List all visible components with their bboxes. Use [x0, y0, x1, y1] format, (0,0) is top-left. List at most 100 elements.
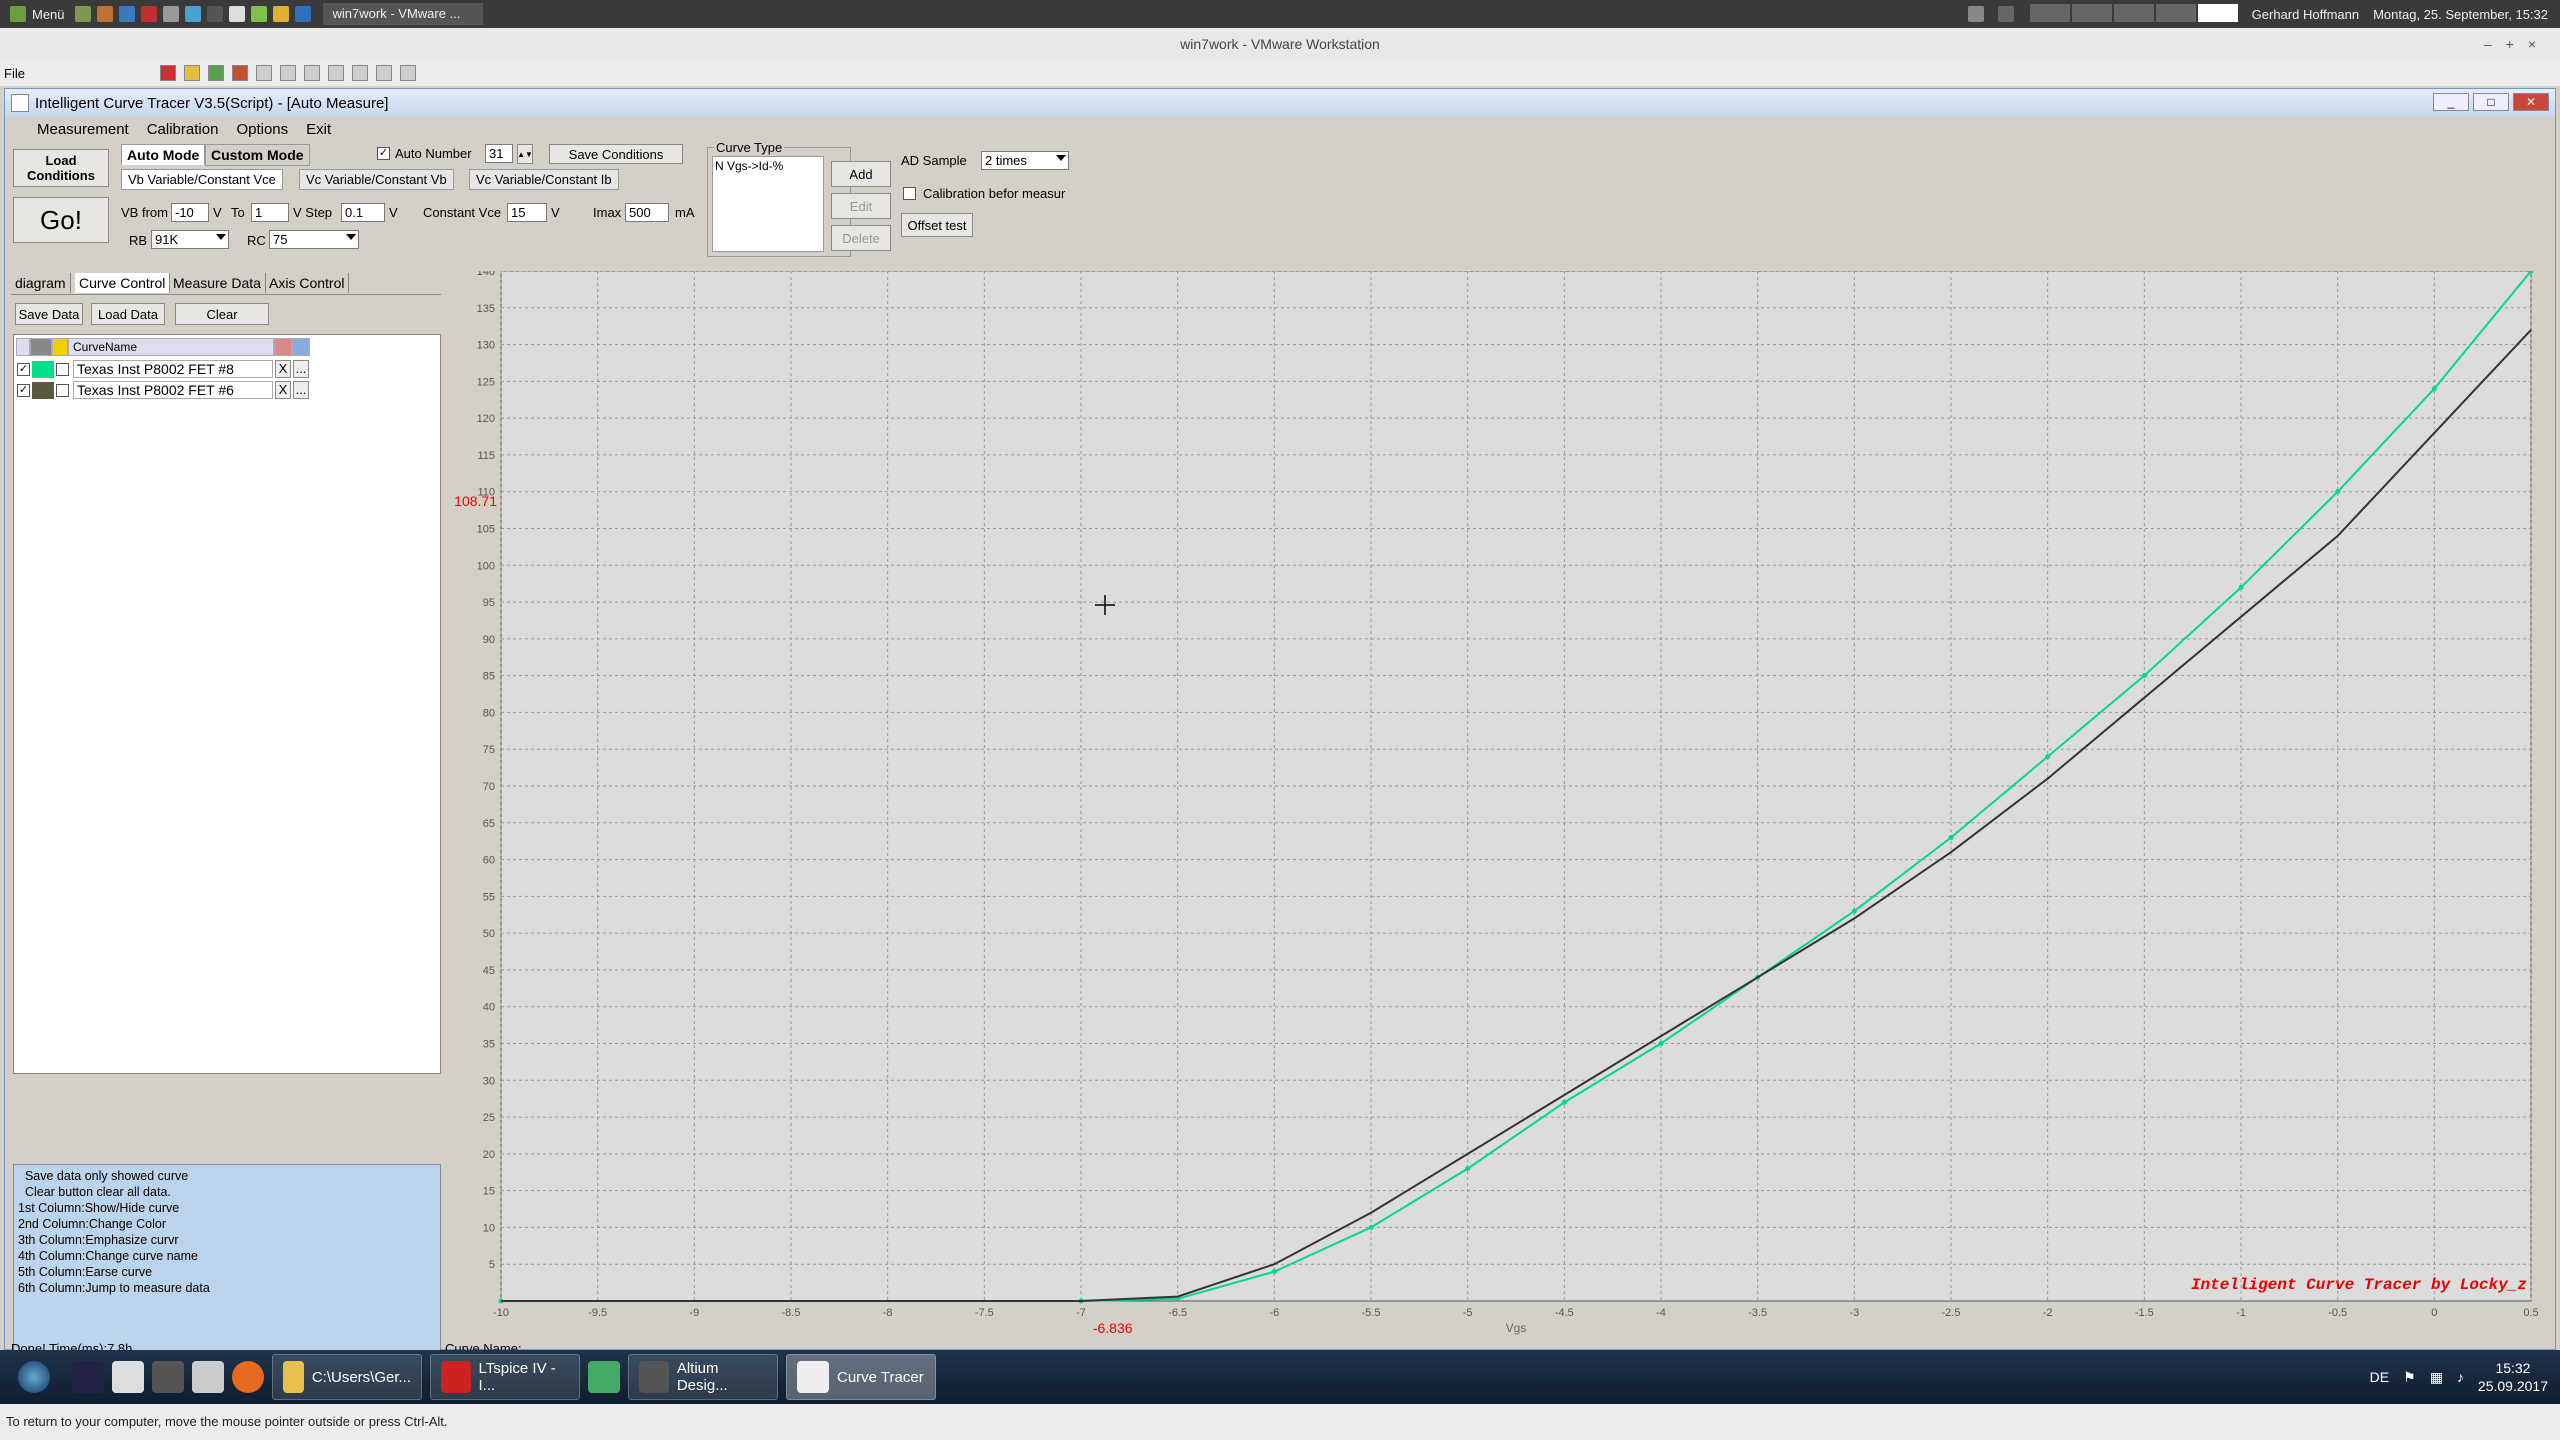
close-button[interactable]: ✕ — [2513, 93, 2549, 111]
pinned-app[interactable] — [232, 1354, 264, 1400]
fullscreen-icon[interactable] — [352, 65, 368, 81]
panel-datetime[interactable]: Montag, 25. September, 15:32 — [2373, 7, 2548, 22]
app-icon[interactable] — [206, 6, 223, 22]
workspace-switcher[interactable] — [2028, 3, 2238, 25]
clear-button[interactable]: Clear — [175, 303, 269, 325]
task-ltspice[interactable]: LTspice IV - I... — [430, 1354, 580, 1400]
curve-color-swatch[interactable] — [32, 360, 54, 378]
app-icon[interactable] — [118, 6, 135, 22]
curve-plot[interactable]: -10 -9.5 -9 -8.5 -8 -7.5 -7 -6.5 -6 -5.5 -5 -4.5 -4-… — [441, 271, 2553, 1343]
tab-curve-control[interactable]: Curve Control — [75, 273, 171, 293]
curve-name-field[interactable]: Texas Inst P8002 FET #6 — [73, 381, 273, 399]
language-indicator[interactable]: DE — [2370, 1369, 2389, 1385]
vb-from-input[interactable]: -10 — [171, 203, 209, 222]
tray-clock[interactable]: 15:32 25.09.2017 — [2478, 1359, 2548, 1395]
app-icon[interactable] — [96, 6, 113, 22]
to-input[interactable]: 1 — [251, 203, 289, 222]
app-icon[interactable] — [228, 6, 245, 22]
task-altium[interactable]: Altium Desig... — [628, 1354, 778, 1400]
subtab-vc-variable-ib[interactable]: Vc Variable/Constant Ib — [469, 169, 619, 190]
app-icon[interactable] — [140, 6, 157, 22]
tab-measure-data[interactable]: Measure Data — [169, 273, 266, 293]
app-icon[interactable] — [162, 6, 179, 22]
show-curve-checkbox[interactable]: ✓ — [17, 383, 30, 397]
power-off-icon[interactable] — [160, 65, 176, 81]
reset-icon[interactable] — [232, 65, 248, 81]
curve-type-list[interactable]: N Vgs->Id-% — [712, 156, 824, 252]
auto-number-input[interactable]: 31 — [485, 144, 513, 163]
jump-to-data-button[interactable]: ... — [293, 360, 309, 378]
vmware-window-controls[interactable]: –+× — [2484, 28, 2550, 60]
revert-icon[interactable] — [280, 65, 296, 81]
rc-select[interactable]: 75 — [269, 230, 359, 249]
app-icon[interactable] — [250, 6, 267, 22]
snapshot-icon[interactable] — [256, 65, 272, 81]
constant-vce-input[interactable]: 15 — [507, 203, 547, 222]
app-icon[interactable] — [294, 6, 311, 22]
add-button[interactable]: Add — [831, 161, 891, 187]
emphasize-checkbox[interactable] — [56, 362, 69, 376]
volume-icon[interactable]: ♪ — [2457, 1369, 2464, 1385]
show-curve-checkbox[interactable]: ✓ — [17, 362, 30, 376]
subtab-vc-variable-vb[interactable]: Vc Variable/Constant Vb — [299, 169, 454, 190]
auto-number-spinner[interactable]: ▲▼ — [517, 144, 533, 164]
delete-button[interactable]: Delete — [831, 225, 891, 251]
imax-input[interactable]: 500 — [625, 203, 669, 222]
pinned-app[interactable] — [152, 1354, 184, 1400]
vmware-menu-file[interactable]: File — [4, 66, 25, 81]
app-icon[interactable] — [184, 6, 201, 22]
user-name[interactable]: Gerhard Hoffmann — [2252, 7, 2359, 22]
auto-number-checkbox[interactable]: ✓ — [377, 147, 390, 160]
app-icon[interactable] — [272, 6, 289, 22]
save-conditions-button[interactable]: Save Conditions — [549, 144, 683, 164]
tab-axis-control[interactable]: Axis Control — [265, 273, 350, 293]
suspend-icon[interactable] — [184, 65, 200, 81]
pinned-app[interactable] — [112, 1354, 144, 1400]
offset-test-button[interactable]: Offset test — [901, 213, 973, 237]
task-explorer[interactable]: C:\Users\Ger... — [272, 1354, 422, 1400]
pinned-app[interactable] — [192, 1354, 224, 1400]
calibration-checkbox[interactable] — [903, 187, 916, 200]
edit-button[interactable]: Edit — [831, 193, 891, 219]
tab-custom-mode[interactable]: Custom Mode — [205, 144, 310, 166]
manage-snapshots-icon[interactable] — [304, 65, 320, 81]
delete-all-icon[interactable] — [274, 338, 292, 356]
task-curve-tracer[interactable]: Curve Tracer — [786, 1354, 936, 1400]
flag-icon[interactable]: ⚑ — [2403, 1369, 2416, 1386]
tab-diagram[interactable]: diagram — [11, 273, 71, 293]
curve-name-field[interactable]: Texas Inst P8002 FET #8 — [73, 360, 273, 378]
ad-sample-select[interactable]: 2 times — [981, 151, 1069, 170]
go-button[interactable]: Go! — [13, 197, 109, 243]
vmware-task-button[interactable]: win7work - VMware ... — [322, 3, 483, 25]
menu-calibration[interactable]: Calibration — [147, 121, 219, 138]
search-icon[interactable] — [292, 338, 310, 356]
curve-type-item[interactable]: N Vgs->Id-% — [715, 159, 783, 173]
pinned-app[interactable] — [72, 1354, 104, 1400]
menu-exit[interactable]: Exit — [306, 121, 331, 138]
maximize-button[interactable]: □ — [2473, 93, 2509, 111]
load-conditions-button[interactable]: Load Conditions — [13, 149, 109, 187]
unity-icon[interactable] — [376, 65, 392, 81]
pinned-app[interactable] — [588, 1354, 620, 1400]
network-icon[interactable]: ▦ — [2430, 1369, 2443, 1386]
load-data-button[interactable]: Load Data — [91, 303, 165, 325]
erase-curve-button[interactable]: X — [275, 360, 291, 378]
save-data-button[interactable]: Save Data — [15, 303, 83, 325]
curve-color-swatch[interactable] — [32, 381, 54, 399]
shield-icon[interactable] — [1967, 6, 1984, 22]
jump-to-data-button[interactable]: ... — [293, 381, 309, 399]
header-curvename[interactable]: CurveName — [68, 338, 274, 356]
minimize-button[interactable]: _ — [2433, 93, 2469, 111]
files-icon[interactable] — [74, 6, 91, 22]
menu-options[interactable]: Options — [236, 121, 288, 138]
start-menu-button[interactable]: Menü — [0, 0, 75, 28]
emphasize-checkbox[interactable] — [56, 383, 69, 397]
step-input[interactable]: 0.1 — [341, 203, 385, 222]
bluetooth-icon[interactable] — [1997, 6, 2014, 22]
play-icon[interactable] — [208, 65, 224, 81]
menu-measurement[interactable]: Measurement — [37, 121, 129, 138]
console-icon[interactable] — [400, 65, 416, 81]
start-button[interactable] — [4, 1354, 64, 1400]
rb-select[interactable]: 91K — [151, 230, 229, 249]
subtab-vb-variable[interactable]: Vb Variable/Constant Vce — [121, 169, 283, 190]
